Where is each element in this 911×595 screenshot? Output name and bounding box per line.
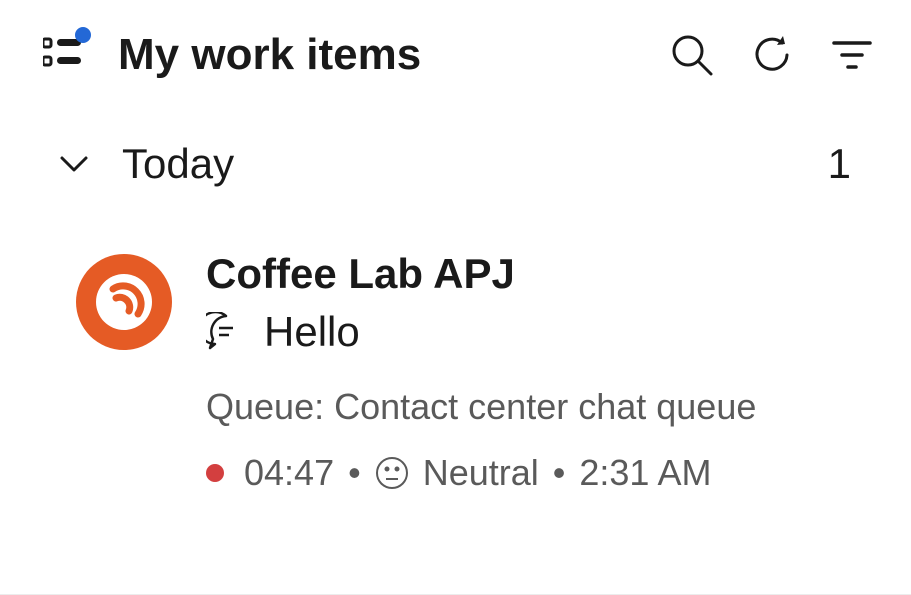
group-count: 1 [828, 140, 851, 188]
chat-bubble-icon [96, 274, 152, 330]
filter-button[interactable] [821, 24, 883, 86]
view-toggle-button[interactable] [38, 30, 88, 80]
work-item-title: Coffee Lab APJ [206, 250, 859, 298]
group-header[interactable]: Today 1 [0, 104, 911, 208]
collapse-toggle[interactable] [52, 142, 96, 186]
group-label: Today [122, 140, 828, 188]
panel-header: My work items [0, 0, 911, 104]
panel-title: My work items [118, 30, 643, 80]
work-item-card[interactable]: Coffee Lab APJ Hello Queue: Contact cent… [0, 208, 911, 524]
work-item-sentiment: Neutral [423, 452, 539, 494]
notification-dot-icon [75, 27, 91, 43]
status-dot-icon [206, 464, 224, 482]
list-view-icon [43, 37, 83, 73]
chevron-down-icon [59, 154, 89, 174]
work-item-duration: 04:47 [244, 452, 334, 494]
work-item-meta: 04:47 • Neutral • 2:31 AM [206, 452, 859, 494]
neutral-face-icon [375, 456, 409, 490]
work-item-queue: Queue: Contact center chat queue [206, 386, 859, 428]
work-item-time: 2:31 AM [579, 452, 711, 494]
work-item-preview-text: Hello [264, 308, 360, 356]
search-icon [671, 34, 713, 76]
work-item-body: Coffee Lab APJ Hello Queue: Contact cent… [206, 250, 859, 494]
filter-icon [832, 39, 872, 71]
search-button[interactable] [661, 24, 723, 86]
separator-dot: • [348, 452, 361, 494]
avatar [76, 254, 172, 350]
message-icon [206, 312, 246, 352]
refresh-button[interactable] [741, 24, 803, 86]
work-item-preview-row: Hello [206, 308, 859, 356]
separator-dot: • [553, 452, 566, 494]
refresh-icon [751, 34, 793, 76]
